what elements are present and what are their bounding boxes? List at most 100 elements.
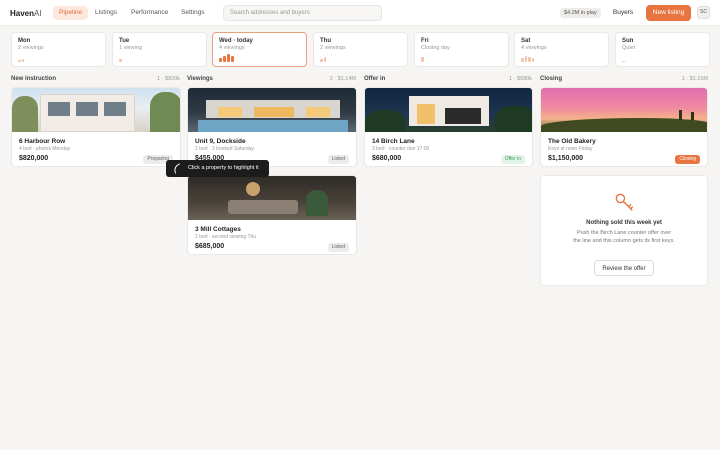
tab-pipeline[interactable]: Pipeline (53, 6, 89, 20)
spark-bar (622, 61, 625, 62)
day-sparkline (219, 52, 234, 62)
spark-bar (521, 58, 524, 62)
day-name: Mon (18, 38, 31, 44)
day-name: Sat (521, 38, 531, 44)
in-play-stat: $4.2M in play (560, 8, 601, 18)
property-card-old-bakery[interactable]: The Old Bakery Keys at noon Friday $1,15… (540, 87, 708, 167)
search-input[interactable]: Search addresses and buyers (223, 5, 382, 21)
spark-bar (421, 57, 424, 62)
property-price: $820,000 (19, 155, 49, 162)
buyers-button[interactable]: Buyers (607, 6, 639, 20)
status-badge: Listed (327, 155, 349, 164)
day-count: 2 viewings (320, 45, 346, 51)
day-card-sun[interactable]: Sun Quiet (615, 32, 710, 67)
day-card-wed[interactable]: Wed · today 4 viewings (212, 32, 307, 67)
property-subtitle: 2 bed · second viewing Thu (195, 234, 257, 240)
day-sparkline (320, 52, 326, 62)
spark-bar (528, 57, 531, 62)
property-photo (12, 88, 180, 132)
empty-action-row: Review the offer (541, 260, 707, 276)
tooltip-text: Click a property to highlight it (188, 165, 259, 171)
property-photo (541, 88, 707, 132)
hint-tooltip: Click a property to highlight it (166, 160, 269, 177)
day-sparkline (18, 52, 24, 62)
property-card-mill-cottages[interactable]: 3 Mill Cottages 2 bed · second viewing T… (187, 175, 357, 255)
day-name: Fri (421, 38, 429, 44)
brand-logo[interactable]: HavenAI (10, 9, 42, 18)
column-title-offer-in: Offer in (364, 76, 386, 82)
property-card-harbour-row[interactable]: 6 Harbour Row 4 bed · photos Monday $820… (11, 87, 181, 167)
property-title: 3 Mill Cottages (195, 226, 241, 233)
top-nav: HavenAI Pipeline Listings Performance Se… (0, 0, 720, 26)
property-subtitle: 4 bed · photos Monday (19, 146, 71, 152)
column-title-new-instruction: New instruction (11, 76, 57, 82)
status-badge: Listed (327, 243, 349, 252)
property-card-birch-lane[interactable]: 14 Birch Lane 3 bed · counter due 17:00 … (364, 87, 533, 167)
closing-empty-state: Nothing sold this week yet Push the Birc… (540, 175, 708, 286)
new-listing-button[interactable]: New listing (646, 5, 691, 21)
spark-bar (320, 59, 323, 62)
status-badge: Closing (675, 155, 700, 164)
property-title: 14 Birch Lane (372, 138, 415, 145)
tab-performance[interactable]: Performance (125, 6, 174, 20)
tab-listings[interactable]: Listings (89, 6, 123, 20)
day-count: 1 viewing (119, 45, 142, 51)
day-card-mon[interactable]: Mon 2 viewings (11, 32, 106, 67)
day-name: Tue (119, 38, 130, 44)
property-price: $1,150,000 (548, 155, 584, 162)
day-count: 4 viewings (219, 45, 245, 51)
property-subtitle: 3 bed · counter due 17:00 (372, 146, 430, 152)
brand-suffix: AI (34, 9, 42, 18)
column-meta-offer-in: 1 · $680k (509, 76, 532, 82)
spark-bar (219, 58, 222, 62)
column-title-viewings: Viewings (187, 76, 213, 82)
spark-bar (227, 54, 230, 62)
property-title: Unit 9, Dockside (195, 138, 246, 145)
column-title-closing: Closing (540, 76, 562, 82)
property-price: $685,000 (195, 243, 225, 250)
day-sparkline (119, 52, 122, 62)
spark-bar (323, 57, 326, 62)
column-meta-viewings: 2 · $1.14M (329, 76, 356, 82)
spark-bar (119, 59, 122, 62)
property-card-dockside[interactable]: Unit 9, Dockside 2 bed · 3 booked Saturd… (187, 87, 357, 167)
property-title: 6 Harbour Row (19, 138, 66, 145)
day-sparkline (622, 52, 625, 62)
status-badge: Offer in (500, 155, 525, 164)
day-count: Closing day (421, 45, 450, 51)
day-name: Sun (622, 38, 634, 44)
column-meta-new-instruction: 1 · $820k (157, 76, 180, 82)
avatar[interactable]: SC (697, 6, 710, 19)
property-price: $680,000 (372, 155, 402, 162)
empty-title: Nothing sold this week yet (586, 220, 662, 226)
day-name: Thu (320, 38, 331, 44)
day-name: Wed · today (219, 38, 253, 44)
property-subtitle: Keys at noon Friday (548, 146, 593, 152)
property-title: The Old Bakery (548, 138, 596, 145)
day-card-thu[interactable]: Thu 2 viewings (313, 32, 408, 67)
day-count: Quiet (622, 45, 636, 51)
day-card-tue[interactable]: Tue 1 viewing (112, 32, 207, 67)
spark-bar (524, 56, 527, 62)
brand-name: Haven (10, 9, 35, 18)
pointer-hand-icon (171, 163, 184, 174)
property-photo (188, 176, 356, 220)
column-meta-closing: 1 · $1.15M (681, 76, 708, 82)
property-photo (365, 88, 532, 132)
spark-bar (231, 56, 234, 62)
day-card-fri[interactable]: Fri Closing day (414, 32, 509, 67)
day-count: 4 viewings (521, 45, 547, 51)
spark-bar (21, 59, 24, 62)
review-offer-button[interactable]: Review the offer (594, 260, 654, 276)
day-card-sat[interactable]: Sat 4 viewings (514, 32, 609, 67)
spark-bar (531, 58, 534, 62)
property-photo (188, 88, 356, 132)
day-sparkline (421, 52, 424, 62)
key-icon (615, 193, 634, 211)
day-sparkline (521, 52, 534, 62)
spark-bar (18, 60, 21, 62)
empty-body: Push the Birch Lane counter offer over t… (573, 230, 675, 244)
tab-settings[interactable]: Settings (175, 6, 211, 20)
property-subtitle: 2 bed · 3 booked Saturday (195, 146, 254, 152)
day-count: 2 viewings (18, 45, 44, 51)
